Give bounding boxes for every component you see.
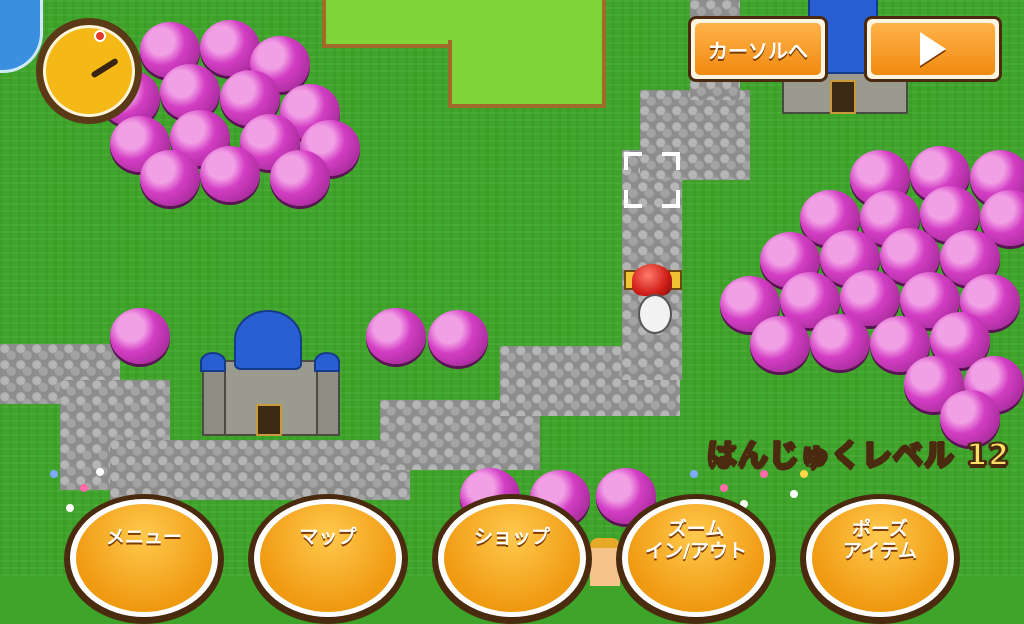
play-button[interactable] (864, 16, 1002, 82)
tree (366, 308, 426, 364)
go-to-cursor-button[interactable]: カーソルへ (688, 16, 828, 82)
flower (96, 468, 104, 476)
map-button[interactable]: マップ (248, 494, 408, 624)
menu-button[interactable]: メニュー (64, 494, 224, 624)
selection-cursor-icon (624, 152, 680, 208)
zoom-button-label-line1: ズーム (667, 518, 725, 540)
castle-main[interactable] (200, 300, 340, 440)
tree (428, 310, 488, 366)
flower (50, 470, 58, 478)
world-map[interactable] (0, 0, 1024, 576)
flower (720, 484, 728, 492)
meadow-lower (448, 40, 606, 108)
flower (80, 484, 88, 492)
zoom-button-label-line2: イン/アウト (645, 540, 747, 562)
play-icon (920, 32, 946, 66)
pause-button-label-line2: アイテム (842, 540, 918, 562)
clock-icon[interactable] (36, 18, 142, 124)
tree (110, 308, 170, 364)
pause-item-button[interactable]: ポーズ アイテム (800, 494, 960, 624)
hero-sprite[interactable] (622, 264, 682, 334)
map-button-label: マップ (299, 526, 357, 548)
flower (66, 504, 74, 512)
shop-button-label: ショップ (473, 526, 550, 548)
zoom-button[interactable]: ズーム イン/アウト (616, 494, 776, 624)
flower (790, 490, 798, 498)
flower (690, 470, 698, 478)
pause-button-label-line1: ポーズ (851, 518, 909, 540)
level-label: はんじゅくレベル 12 (706, 437, 1010, 474)
road (110, 440, 410, 500)
shop-button[interactable]: ショップ (432, 494, 592, 624)
go-to-cursor-label: カーソルへ (708, 38, 808, 63)
menu-button-label: メニュー (105, 526, 182, 548)
